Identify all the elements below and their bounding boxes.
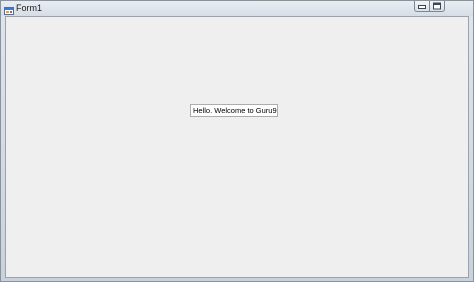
form-window: Form1 Hello. Welcome to Guru99! xyxy=(0,0,474,282)
windows-form-icon[interactable] xyxy=(4,3,14,15)
welcome-textbox[interactable]: Hello. Welcome to Guru99! xyxy=(190,104,278,117)
form-client-area: Hello. Welcome to Guru99! xyxy=(5,16,469,278)
window-title: Form1 xyxy=(16,3,43,13)
maximize-button[interactable] xyxy=(430,1,445,12)
title-bar[interactable]: Form1 xyxy=(1,1,473,16)
minimize-button[interactable] xyxy=(414,1,430,12)
